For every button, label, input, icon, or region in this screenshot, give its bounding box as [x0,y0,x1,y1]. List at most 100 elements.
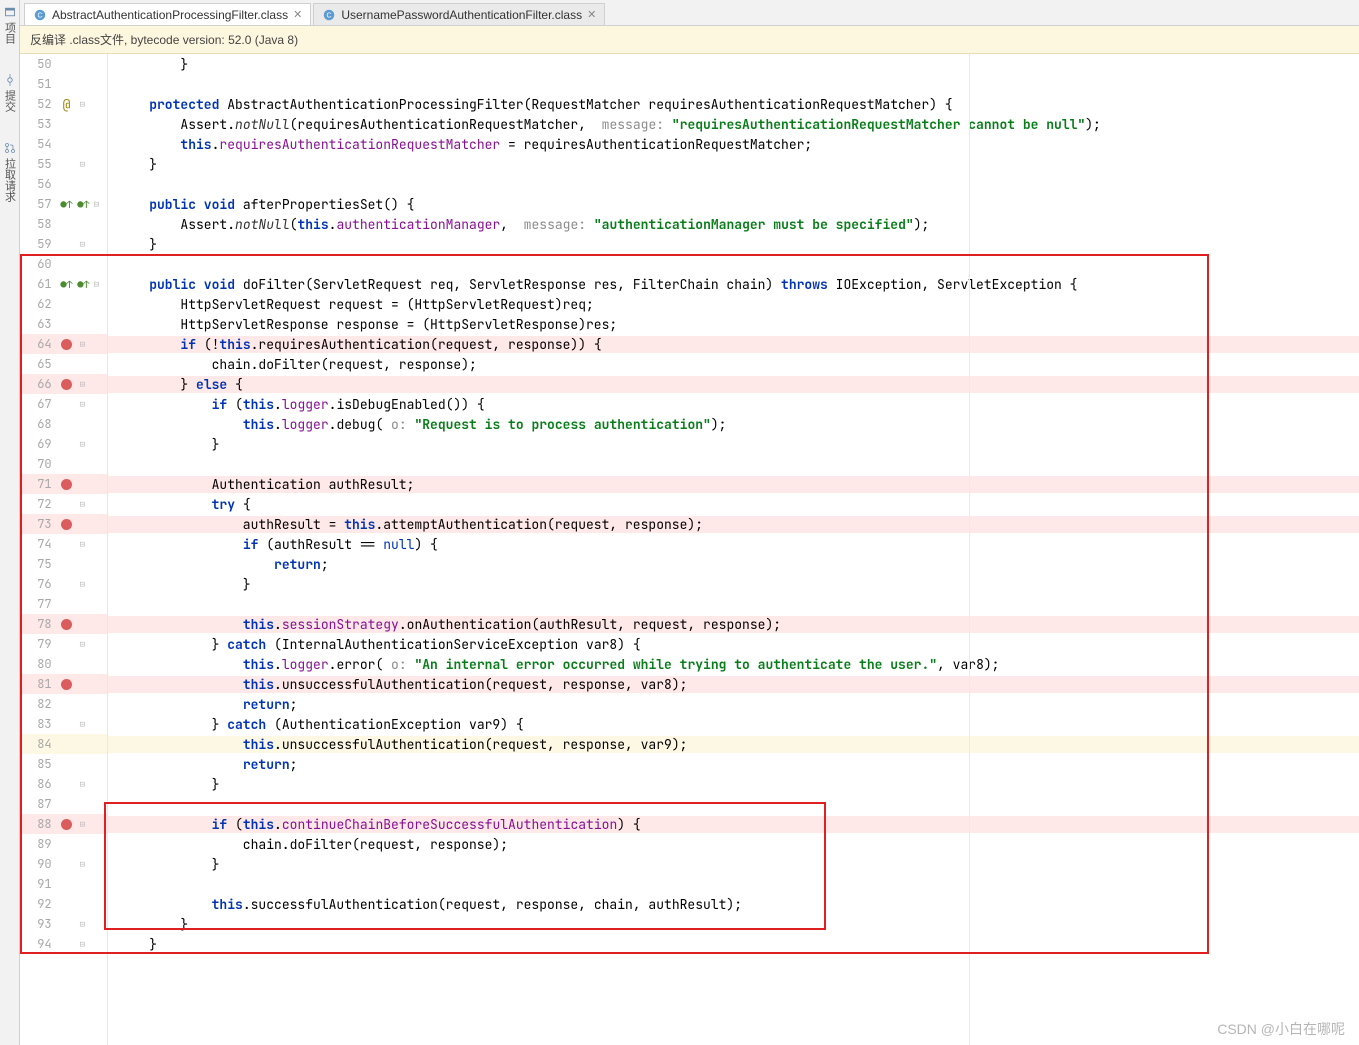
fold-slot[interactable]: ⊟ [75,438,107,450]
fold-icon[interactable]: ⊟ [77,98,87,110]
fold-icon[interactable]: ⊟ [77,578,87,590]
code-line[interactable] [108,594,1359,614]
breakpoint-slot[interactable]: @ [58,96,76,113]
code-line[interactable]: } [108,934,1359,954]
gutter-line[interactable]: 94⊟ [20,934,107,954]
fold-slot[interactable]: ⊟ [75,918,107,930]
gutter-line[interactable]: 57●↑●↑⊟ [20,194,107,214]
fold-slot[interactable]: ⊟ [75,498,107,510]
fold-icon[interactable]: ⊟ [77,858,87,870]
breakpoint-slot[interactable] [58,339,76,350]
gutter-line[interactable]: 83⊟ [20,714,107,734]
breakpoint-slot[interactable]: ●↑ [58,198,76,211]
gutter-line[interactable]: 81 [20,674,107,694]
fold-icon[interactable]: ⊟ [77,238,87,250]
fold-icon[interactable]: ⊟ [77,498,87,510]
gutter-line[interactable]: 76⊟ [20,574,107,594]
gutter-line[interactable]: 80 [20,654,107,674]
code-line[interactable]: } catch (AuthenticationException var9) { [108,714,1359,734]
code-line[interactable]: public void doFilter(ServletRequest req,… [108,274,1359,294]
fold-icon[interactable]: ⊟ [77,438,87,450]
code-line[interactable]: } [108,154,1359,174]
gutter-line[interactable]: 88⊟ [20,814,107,834]
override-icon[interactable]: ●↑ [60,198,72,211]
code-line[interactable]: this.logger.error( o: "An internal error… [108,654,1359,674]
code-line[interactable]: return; [108,754,1359,774]
code-line[interactable] [108,794,1359,814]
breakpoint-icon[interactable] [61,339,72,350]
gutter-line[interactable]: 92 [20,894,107,914]
fold-slot[interactable]: ⊟ [75,378,107,390]
gutter-line[interactable]: 60 [20,254,107,274]
gutter-line[interactable]: 90⊟ [20,854,107,874]
code-line[interactable]: Authentication authResult; [108,474,1359,494]
fold-slot[interactable]: ⊟ [75,238,107,250]
code-line[interactable]: try { [108,494,1359,514]
gutter-line[interactable]: 68 [20,414,107,434]
gutter-line[interactable]: 54 [20,134,107,154]
breakpoint-icon[interactable] [61,679,72,690]
code-line[interactable]: this.successfulAuthentication(request, r… [108,894,1359,914]
breakpoint-icon[interactable] [61,819,72,830]
gutter-line[interactable]: 91 [20,874,107,894]
fold-icon[interactable]: ⊟ [77,398,87,410]
fold-icon[interactable]: ⊟ [77,378,87,390]
fold-icon[interactable]: ⊟ [77,158,87,170]
breakpoint-icon[interactable] [61,619,72,630]
fold-icon[interactable]: ⊟ [77,718,87,730]
fold-icon[interactable]: ⊟ [77,818,87,830]
code-line[interactable]: chain.doFilter(request, response); [108,834,1359,854]
breakpoint-slot[interactable] [58,679,76,690]
gutter-line[interactable]: 62 [20,294,107,314]
fold-icon[interactable]: ⊟ [91,198,101,210]
editor-gutter[interactable]: 505152@⊟535455⊟5657●↑●↑⊟5859⊟6061●↑●↑⊟62… [20,54,108,1045]
gutter-line[interactable]: 55⊟ [20,154,107,174]
fold-slot[interactable]: ⊟ [75,858,107,870]
editor-tab[interactable]: CAbstractAuthenticationProcessingFilter.… [24,3,311,25]
breakpoint-icon[interactable] [61,519,72,530]
rail-pull[interactable]: 拉取请求 [2,142,18,202]
fold-icon[interactable]: ⊟ [91,278,101,290]
gutter-line[interactable]: 66⊟ [20,374,107,394]
override-icon[interactable]: ●↑ [77,278,89,291]
code-line[interactable]: } [108,854,1359,874]
breakpoint-slot[interactable] [58,819,76,830]
gutter-line[interactable]: 58 [20,214,107,234]
breakpoint-icon[interactable] [61,379,72,390]
fold-slot[interactable]: ⊟ [75,938,107,950]
code-line[interactable]: this.unsuccessfulAuthentication(request,… [108,674,1359,694]
close-icon[interactable]: ✕ [293,8,302,21]
code-line[interactable]: protected AbstractAuthenticationProcessi… [108,94,1359,114]
fold-slot[interactable]: ⊟ [75,538,107,550]
code-line[interactable]: authResult = this.attemptAuthentication(… [108,514,1359,534]
gutter-line[interactable]: 74⊟ [20,534,107,554]
code-line[interactable]: if (!this.requiresAuthentication(request… [108,334,1359,354]
gutter-line[interactable]: 63 [20,314,107,334]
fold-slot[interactable]: ●↑⊟ [75,198,107,211]
gutter-line[interactable]: 69⊟ [20,434,107,454]
code-line[interactable] [108,74,1359,94]
code-line[interactable]: } [108,234,1359,254]
breakpoint-slot[interactable] [58,619,76,630]
gutter-line[interactable]: 73 [20,514,107,534]
code-line[interactable]: if (authResult == null) { [108,534,1359,554]
gutter-line[interactable]: 67⊟ [20,394,107,414]
breakpoint-icon[interactable] [61,479,72,490]
gutter-line[interactable]: 77 [20,594,107,614]
code-line[interactable]: } [108,774,1359,794]
gutter-line[interactable]: 70 [20,454,107,474]
code-line[interactable]: return; [108,694,1359,714]
code-line[interactable]: Assert.notNull(requiresAuthenticationReq… [108,114,1359,134]
code-line[interactable]: } [108,54,1359,74]
fold-slot[interactable]: ⊟ [75,158,107,170]
rail-project[interactable]: 项目 [2,6,18,44]
fold-slot[interactable]: ⊟ [75,638,107,650]
fold-icon[interactable]: ⊟ [77,638,87,650]
gutter-line[interactable]: 72⊟ [20,494,107,514]
fold-icon[interactable]: ⊟ [77,938,87,950]
gutter-line[interactable]: 71 [20,474,107,494]
code-line[interactable]: this.unsuccessfulAuthentication(request,… [108,734,1359,754]
fold-slot[interactable]: ●↑⊟ [75,278,107,291]
gutter-line[interactable]: 52@⊟ [20,94,107,114]
code-line[interactable]: } else { [108,374,1359,394]
